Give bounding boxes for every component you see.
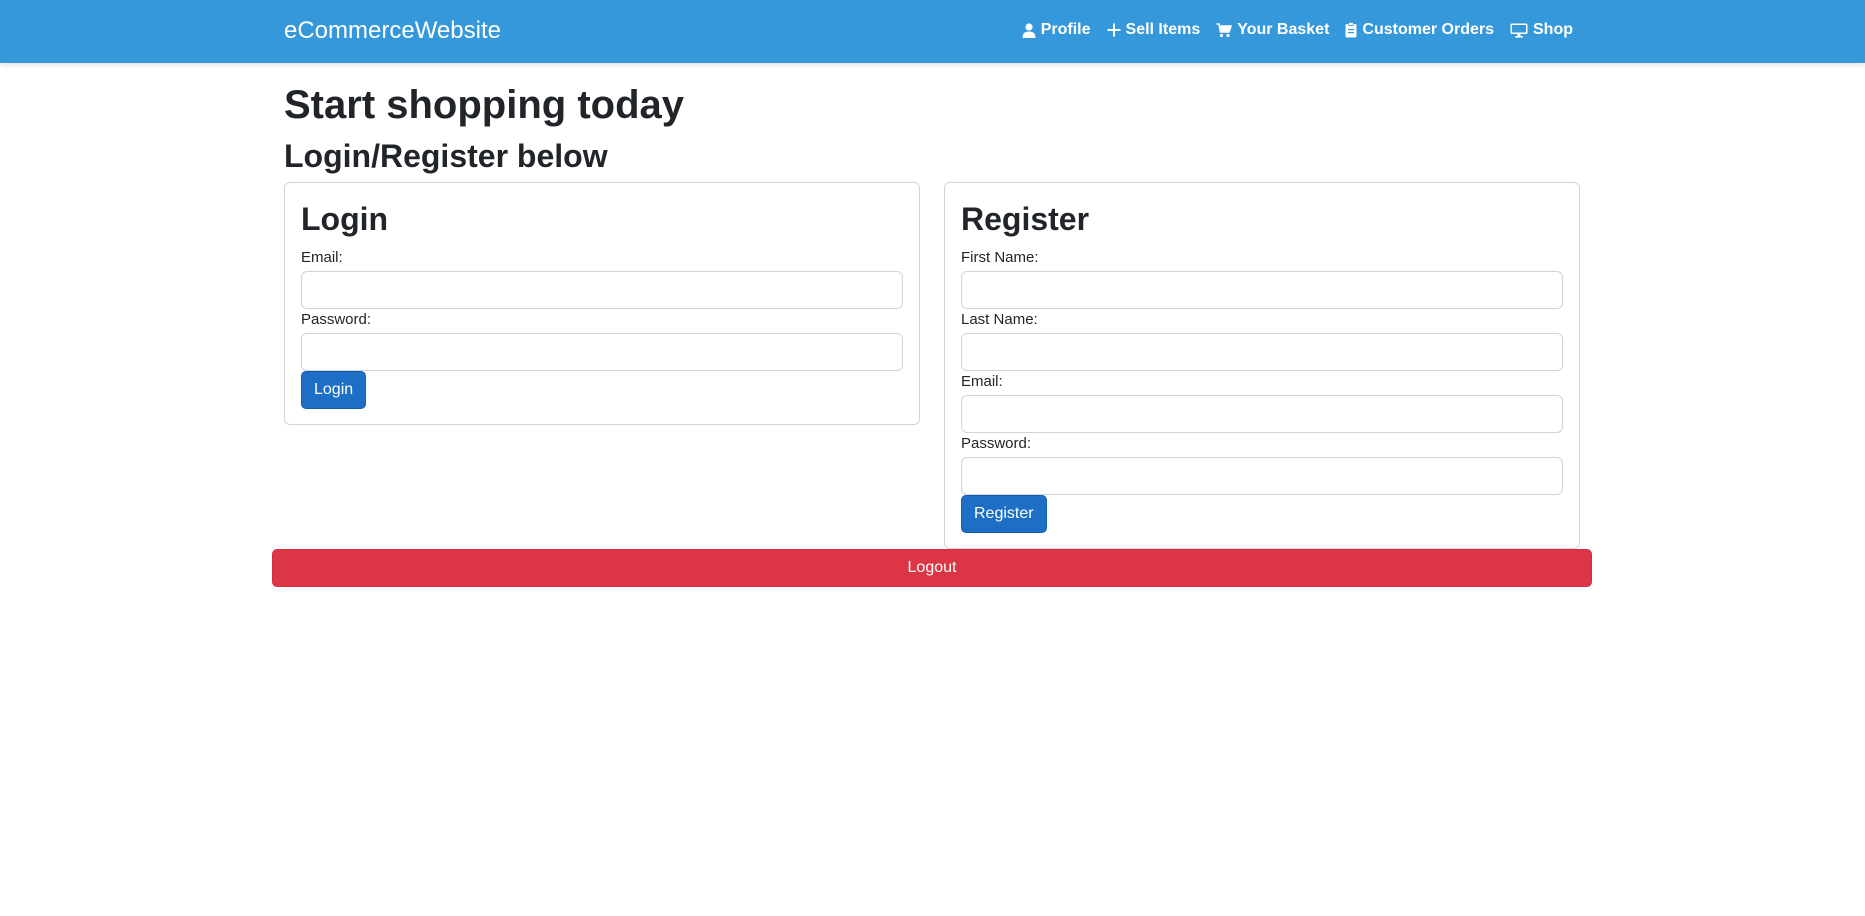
register-email-label: Email: <box>961 373 1003 390</box>
register-button[interactable]: Register <box>961 495 1047 533</box>
page-title: Start shopping today <box>284 83 684 127</box>
brand-link[interactable]: eCommerceWebsite <box>284 17 501 45</box>
nav-link-label: Customer Orders <box>1362 21 1494 38</box>
login-password-label: Password: <box>301 311 372 328</box>
cart-icon <box>1216 22 1233 38</box>
register-last-name-input[interactable] <box>961 333 1563 371</box>
nav-link-label: Sell Items <box>1125 21 1201 38</box>
register-card: Register First Name: Last Name: Email: P… <box>944 182 1580 549</box>
monitor-icon <box>1510 23 1528 38</box>
login-card: Login Email: Password: Login <box>284 182 920 425</box>
nav-link-your-basket[interactable]: Your Basket <box>1216 19 1329 41</box>
nav-link-label: Shop <box>1533 21 1573 38</box>
login-email-label: Email: <box>301 249 343 266</box>
register-password-label: Password: <box>961 435 1032 452</box>
register-first-name-input[interactable] <box>961 271 1563 309</box>
nav-link-sell-items[interactable]: Sell Items <box>1107 19 1201 41</box>
login-email-input[interactable] <box>301 271 903 309</box>
nav-link-shop[interactable]: Shop <box>1510 19 1573 41</box>
person-icon <box>1022 22 1036 38</box>
logout-button[interactable]: Logout <box>272 549 1592 587</box>
register-email-input[interactable] <box>961 395 1563 433</box>
login-button[interactable]: Login <box>301 371 367 409</box>
nav-link-label: Your Basket <box>1237 21 1330 38</box>
login-password-input[interactable] <box>301 333 903 371</box>
top-navbar: eCommerceWebsite Profile Sell Items Your… <box>0 0 1865 63</box>
register-first-name-label: First Name: <box>961 249 1039 266</box>
register-title: Register <box>961 201 1090 237</box>
register-password-input[interactable] <box>961 457 1563 495</box>
clipboard-icon <box>1345 22 1357 38</box>
nav-link-profile[interactable]: Profile <box>1022 19 1091 41</box>
nav-link-label: Profile <box>1040 21 1091 38</box>
nav-links: Profile Sell Items Your Basket Customer … <box>1022 19 1573 41</box>
login-title: Login <box>301 201 389 237</box>
plus-icon <box>1107 23 1121 37</box>
nav-link-customer-orders[interactable]: Customer Orders <box>1345 19 1494 41</box>
register-last-name-label: Last Name: <box>961 311 1038 328</box>
page-subtitle: Login/Register below <box>284 138 608 174</box>
